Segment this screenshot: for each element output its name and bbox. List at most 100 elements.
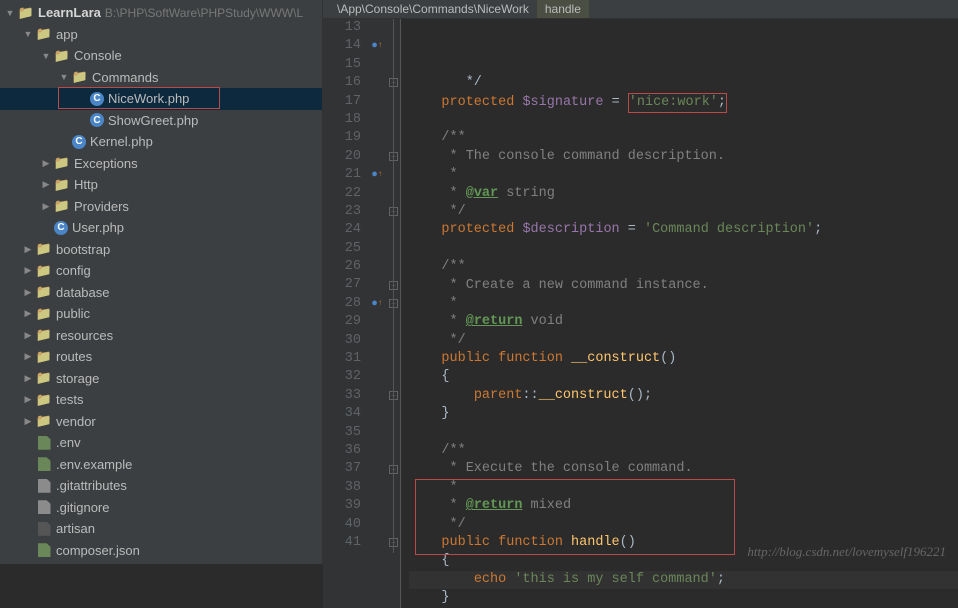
code-line[interactable]: { bbox=[409, 368, 958, 386]
file-icon bbox=[36, 456, 52, 472]
tree-item-Providers[interactable]: ▶Providers bbox=[0, 196, 322, 218]
expand-arrow[interactable]: ▼ bbox=[40, 50, 52, 62]
tree-item-database[interactable]: ▶ database bbox=[0, 282, 322, 304]
breadcrumb-namespace[interactable]: \App\Console\Commands\NiceWork bbox=[329, 0, 537, 18]
expand-arrow[interactable]: ▼ bbox=[58, 71, 70, 83]
code-line[interactable]: protected $signature = 'nice:work'; bbox=[409, 93, 958, 111]
expand-arrow[interactable]: ▶ bbox=[22, 415, 34, 427]
code-line[interactable]: * @return void bbox=[409, 313, 958, 331]
code-line[interactable]: */ bbox=[409, 203, 958, 221]
tree-item-artisan[interactable]: artisan bbox=[0, 518, 322, 540]
breadcrumb-bar[interactable]: \App\Console\Commands\NiceWork handle bbox=[323, 0, 958, 19]
code-line[interactable]: * @var string bbox=[409, 185, 958, 203]
tree-label: Commands bbox=[92, 70, 158, 85]
tree-item-Http[interactable]: ▶Http bbox=[0, 174, 322, 196]
expand-arrow[interactable]: ▶ bbox=[22, 265, 34, 277]
expand-arrow[interactable]: ▶ bbox=[40, 200, 52, 212]
code-line[interactable]: * The console command description. bbox=[409, 148, 958, 166]
tree-item--gitignore[interactable]: .gitignore bbox=[0, 497, 322, 519]
tree-label: database bbox=[56, 285, 110, 300]
code-line[interactable]: protected $description = 'Command descri… bbox=[409, 221, 958, 239]
expand-arrow[interactable]: ▶ bbox=[22, 351, 34, 363]
code-line[interactable]: */ bbox=[409, 516, 958, 534]
project-sidebar[interactable]: ▼ LearnLara B:\PHP\SoftWare\PHPStudy\WWW… bbox=[0, 0, 323, 564]
tree-label: vendor bbox=[56, 414, 96, 429]
gutter-line-numbers[interactable]: 1314151617181920212223242526272829303132… bbox=[323, 19, 367, 608]
tree-item-Kernel-php[interactable]: Kernel.php bbox=[0, 131, 322, 153]
tree-item-Exceptions[interactable]: ▶ Exceptions bbox=[0, 153, 322, 175]
file-icon bbox=[36, 478, 52, 494]
tree-label: ShowGreet.php bbox=[108, 113, 198, 128]
tree-item--env[interactable]: .env bbox=[0, 432, 322, 454]
code-line[interactable]: } bbox=[409, 589, 958, 607]
code-line[interactable]: } bbox=[409, 405, 958, 423]
code-line[interactable]: * Execute the console command. bbox=[409, 460, 958, 478]
tree-item-app[interactable]: ▼app bbox=[0, 24, 322, 46]
tree-item-Console[interactable]: ▼Console bbox=[0, 45, 322, 67]
tree-item--env-example[interactable]: .env.example bbox=[0, 454, 322, 476]
code-line[interactable]: * Create a new command instance. bbox=[409, 277, 958, 295]
folder-icon bbox=[36, 284, 52, 300]
code-line[interactable]: */ bbox=[409, 74, 958, 92]
folder-icon bbox=[54, 155, 70, 171]
code-line[interactable] bbox=[409, 111, 958, 129]
expand-arrow[interactable]: ▶ bbox=[22, 286, 34, 298]
expand-arrow[interactable]: ▶ bbox=[22, 394, 34, 406]
gutter-fold[interactable]: −−−−−−−− bbox=[387, 19, 401, 608]
expand-arrow[interactable]: ▼ bbox=[22, 28, 34, 40]
code-line[interactable]: /** bbox=[409, 258, 958, 276]
expand-arrow[interactable]: ▶ bbox=[22, 329, 34, 341]
tree-item-resources[interactable]: ▶resources bbox=[0, 325, 322, 347]
expand-arrow[interactable]: ▶ bbox=[22, 372, 34, 384]
code-line[interactable]: * bbox=[409, 295, 958, 313]
folder-icon bbox=[54, 177, 70, 193]
folder-icon bbox=[36, 370, 52, 386]
code-line[interactable] bbox=[409, 424, 958, 442]
code-line[interactable]: /** bbox=[409, 129, 958, 147]
gutter-markers[interactable]: ●↑●↑●↑ bbox=[367, 19, 387, 608]
code-line[interactable]: /** bbox=[409, 442, 958, 460]
code-line[interactable]: * bbox=[409, 166, 958, 184]
tree-item-ShowGreet-php[interactable]: ShowGreet.php bbox=[0, 110, 322, 132]
tree-item-routes[interactable]: ▶routes bbox=[0, 346, 322, 368]
tree-item-public[interactable]: ▶ public bbox=[0, 303, 322, 325]
tree-item-storage[interactable]: ▶storage bbox=[0, 368, 322, 390]
code-line[interactable]: echo 'this is my self command'; bbox=[409, 571, 958, 589]
class-icon bbox=[72, 135, 86, 149]
editor-viewport[interactable]: 1314151617181920212223242526272829303132… bbox=[323, 19, 958, 608]
tree-label: Exceptions bbox=[74, 156, 138, 171]
code-line[interactable]: parent::__construct(); bbox=[409, 387, 958, 405]
expand-arrow[interactable]: ▼ bbox=[4, 7, 16, 19]
tree-item-vendor[interactable]: ▶ vendor bbox=[0, 411, 322, 433]
folder-icon bbox=[36, 263, 52, 279]
path-hint: B:\PHP\SoftWare\PHPStudy\WWW\L bbox=[105, 6, 303, 20]
breadcrumb-method[interactable]: handle bbox=[537, 0, 589, 18]
tree-item-Commands[interactable]: ▼ Commands bbox=[0, 67, 322, 89]
tree-item-composer-json[interactable]: composer.json bbox=[0, 540, 322, 562]
watermark: http://blog.csdn.net/lovemyself196221 bbox=[747, 544, 946, 560]
expand-arrow[interactable]: ▶ bbox=[40, 179, 52, 191]
tree-label: public bbox=[56, 306, 90, 321]
code-line[interactable]: * bbox=[409, 479, 958, 497]
code-line[interactable]: public function __construct() bbox=[409, 350, 958, 368]
tree-item-NiceWork-php[interactable]: NiceWork.php bbox=[0, 88, 322, 110]
expand-arrow[interactable]: ▶ bbox=[40, 157, 52, 169]
tree-item--gitattributes[interactable]: .gitattributes bbox=[0, 475, 322, 497]
file-icon bbox=[36, 542, 52, 558]
tree-item-tests[interactable]: ▶tests bbox=[0, 389, 322, 411]
class-icon bbox=[54, 221, 68, 235]
code-area[interactable]: */ protected $signature = 'nice:work'; /… bbox=[401, 19, 958, 608]
expand-arrow[interactable]: ▶ bbox=[22, 308, 34, 320]
tree-root[interactable]: ▼ LearnLara B:\PHP\SoftWare\PHPStudy\WWW… bbox=[0, 2, 322, 24]
folder-icon bbox=[36, 392, 52, 408]
tree-item-config[interactable]: ▶config bbox=[0, 260, 322, 282]
tree-label: Kernel.php bbox=[90, 134, 153, 149]
tree-item-bootstrap[interactable]: ▶bootstrap bbox=[0, 239, 322, 261]
code-line[interactable]: */ bbox=[409, 332, 958, 350]
tree-label: .gitignore bbox=[56, 500, 109, 515]
tree-item-User-php[interactable]: User.php bbox=[0, 217, 322, 239]
code-line[interactable] bbox=[409, 240, 958, 258]
tree-label: composer.json bbox=[56, 543, 140, 558]
expand-arrow[interactable]: ▶ bbox=[22, 243, 34, 255]
code-line[interactable]: * @return mixed bbox=[409, 497, 958, 515]
